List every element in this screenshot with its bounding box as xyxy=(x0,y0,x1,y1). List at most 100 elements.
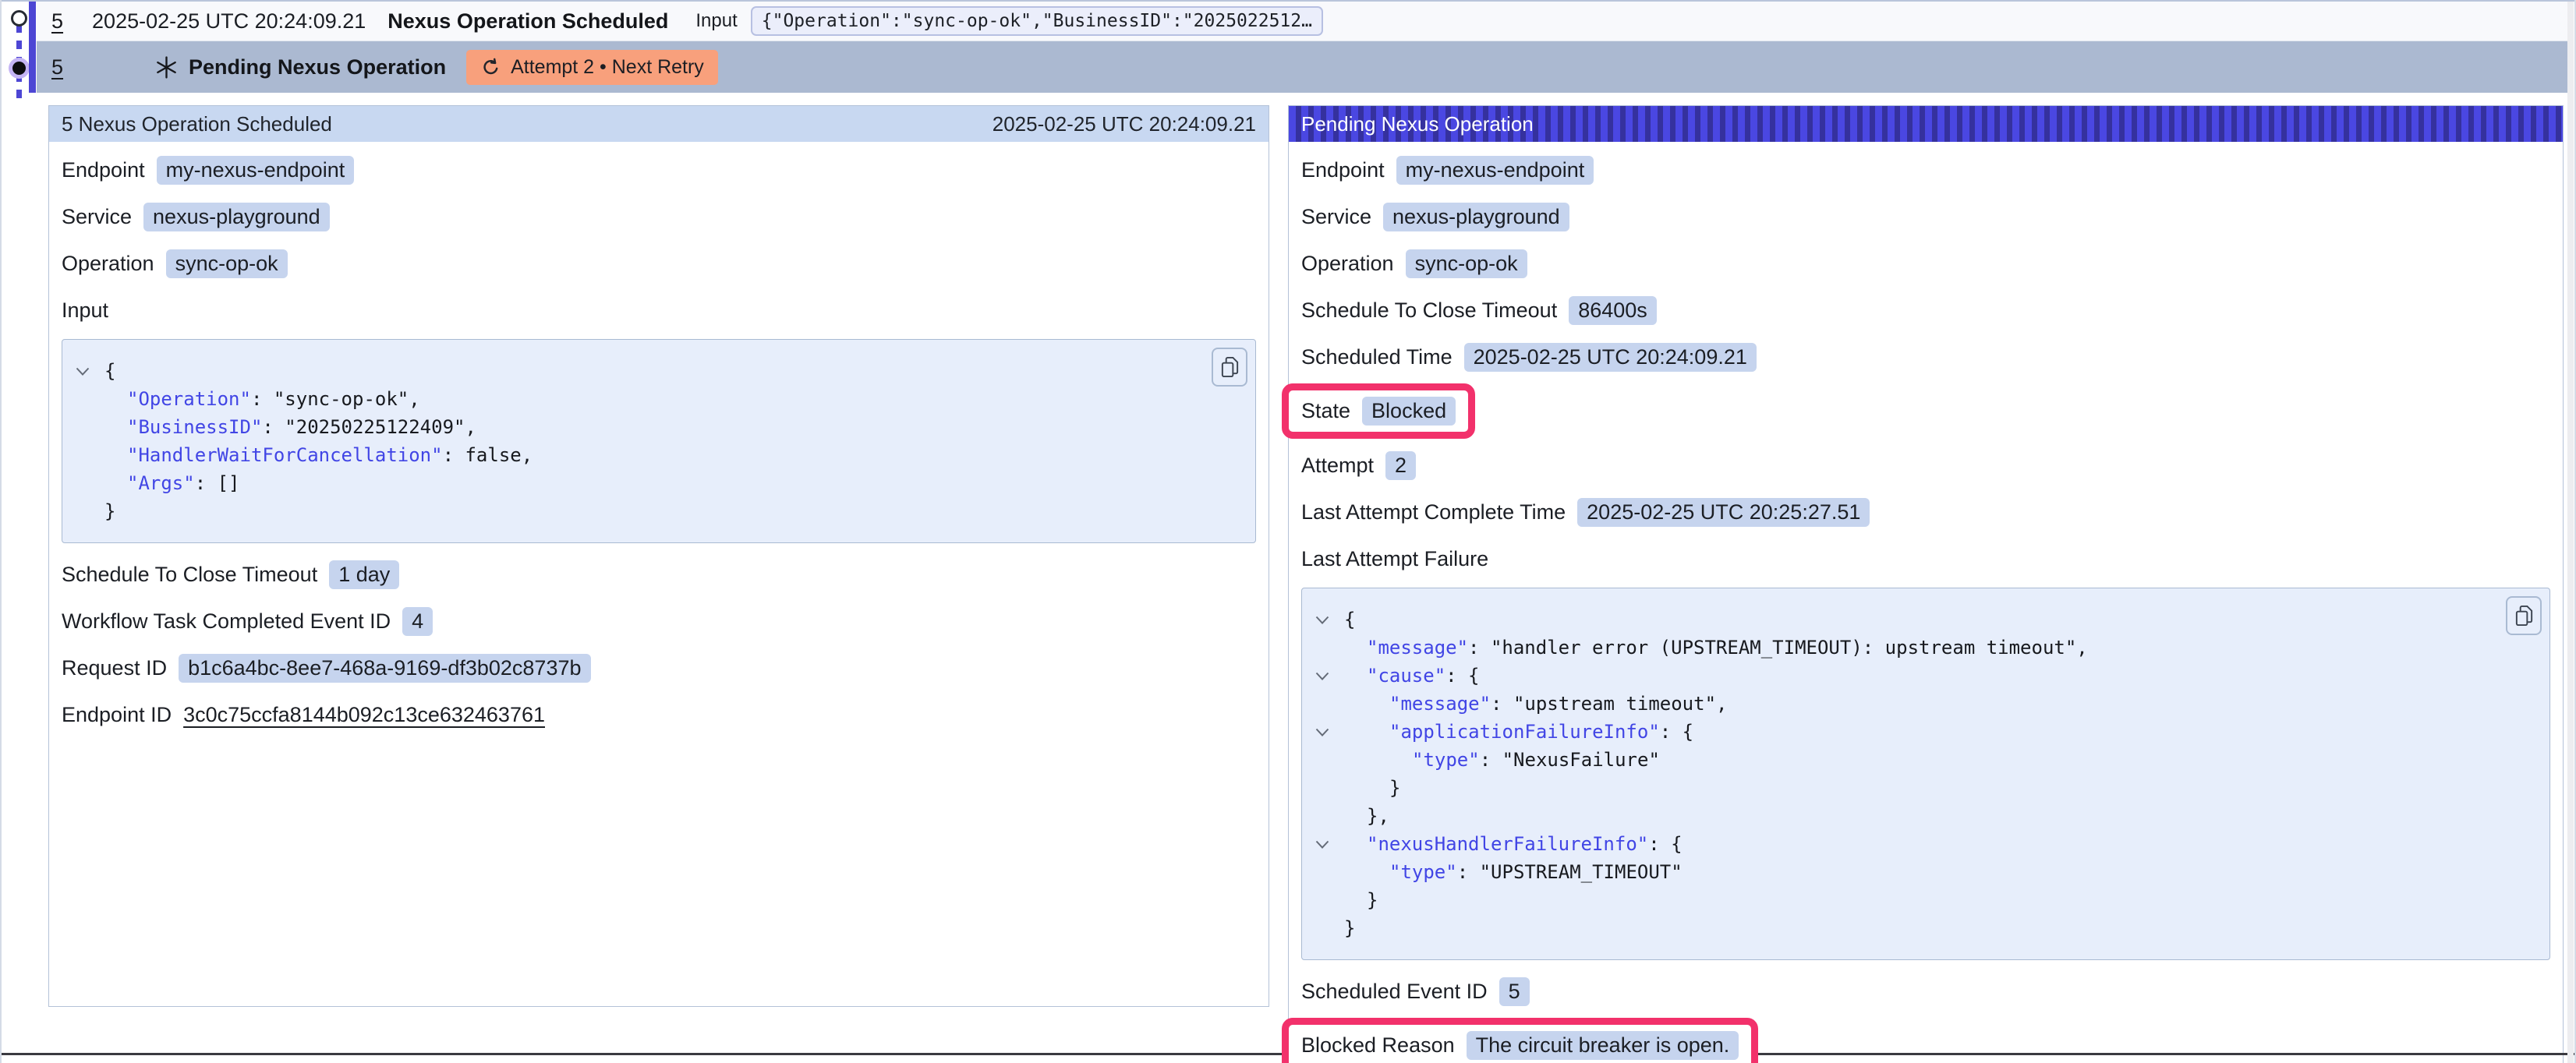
json-line: "BusinessID": "20250225122409", xyxy=(75,413,1243,441)
state-annotation-highlight: State Blocked xyxy=(1282,383,1475,439)
json-code: } xyxy=(1344,774,1400,802)
collapse-chevron-icon[interactable] xyxy=(75,357,104,385)
temporal-event-history-screen: 5 2025-02-25 UTC 20:24:09.21 Nexus Opera… xyxy=(0,0,2576,1063)
field-label: Endpoint xyxy=(1301,158,1385,182)
event-row-pending-nexus-operation[interactable]: 5 Pending Nexus Operation Attempt 2 • Ne… xyxy=(37,41,2567,93)
refresh-icon xyxy=(480,57,501,78)
input-json-preview-badge[interactable]: {"Operation":"sync-op-ok","BusinessID":"… xyxy=(751,6,1323,36)
field-value-badge: my-nexus-endpoint xyxy=(157,156,355,185)
event-id-link[interactable]: 5 xyxy=(51,55,63,79)
field-label: Operation xyxy=(1301,252,1394,276)
json-line: "HandlerWaitForCancellation": false, xyxy=(75,441,1243,469)
scheduled-panel-body: Endpoint my-nexus-endpoint Service nexus… xyxy=(49,142,1269,758)
event-title: Nexus Operation Scheduled xyxy=(387,9,668,34)
json-code: "applicationFailureInfo": { xyxy=(1344,718,1693,746)
pending-operation-detail-panel: Pending Nexus Operation Endpoint my-nexu… xyxy=(1288,105,2564,1063)
endpoint-id-link[interactable]: 3c0c75ccfa8144b092c13ce632463761 xyxy=(183,703,545,727)
collapse-chevron-icon[interactable] xyxy=(1315,830,1344,858)
pending-panel-body: Endpoint my-nexus-endpoint Service nexus… xyxy=(1289,142,2563,1063)
collapse-chevron-icon[interactable] xyxy=(1315,718,1344,746)
collapse-chevron-icon[interactable] xyxy=(1315,606,1344,634)
field-row-blocked-reason: Blocked Reason The circuit breaker is op… xyxy=(1301,1022,2550,1063)
pending-panel-title: Pending Nexus Operation xyxy=(1301,112,1534,136)
field-row-endpoint-id: Endpoint ID 3c0c75ccfa8144b092c13ce63246… xyxy=(62,699,1256,730)
field-label: Last Attempt Failure xyxy=(1301,547,1488,571)
field-row-workflow-task-completed-event-id: Workflow Task Completed Event ID 4 xyxy=(62,606,1256,637)
json-line: "message": "handler error (UPSTREAM_TIME… xyxy=(1315,634,2537,662)
field-row-operation: Operation sync-op-ok xyxy=(1301,248,2550,279)
collapse-chevron-icon[interactable] xyxy=(1315,662,1344,690)
copy-icon xyxy=(2514,604,2535,628)
field-label: Service xyxy=(62,205,132,229)
scheduled-panel-title: 5 Nexus Operation Scheduled xyxy=(62,112,332,136)
blocked-reason-value-badge: The circuit breaker is open. xyxy=(1467,1031,1739,1060)
field-label: Schedule To Close Timeout xyxy=(1301,298,1557,323)
json-code: { xyxy=(1344,606,1355,634)
json-line-gutter xyxy=(1315,746,1344,774)
json-code: "cause": { xyxy=(1344,662,1480,690)
field-row-service: Service nexus-playground xyxy=(62,201,1256,232)
event-id-link[interactable]: 5 xyxy=(51,9,63,34)
field-row-operation: Operation sync-op-ok xyxy=(62,248,1256,279)
json-line: "cause": { xyxy=(1315,662,2537,690)
event-title: Pending Nexus Operation xyxy=(189,55,446,79)
field-row-endpoint: Endpoint my-nexus-endpoint xyxy=(62,154,1256,185)
field-label: Scheduled Time xyxy=(1301,345,1453,369)
field-row-schedule-to-close-timeout: Schedule To Close Timeout 86400s xyxy=(1301,295,2550,326)
json-code: "Args": [] xyxy=(104,469,240,497)
field-value-badge: 86400s xyxy=(1569,296,1657,325)
json-code: "type": "UPSTREAM_TIMEOUT" xyxy=(1344,858,1683,886)
json-line: { xyxy=(1315,606,2537,634)
field-value-badge: 1 day xyxy=(329,560,399,589)
field-value-badge: 2 xyxy=(1385,451,1416,480)
selected-event-accent-bar xyxy=(29,2,36,93)
pending-asterisk-icon xyxy=(154,55,179,79)
copy-button[interactable] xyxy=(1212,348,1247,387)
scheduled-event-detail-panel: 5 Nexus Operation Scheduled 2025-02-25 U… xyxy=(48,105,1269,1007)
event-row-nexus-operation-scheduled[interactable]: 5 2025-02-25 UTC 20:24:09.21 Nexus Opera… xyxy=(37,2,2567,41)
field-label: Operation xyxy=(62,252,154,276)
field-label: Endpoint ID xyxy=(62,703,172,727)
json-code: "message": "handler error (UPSTREAM_TIME… xyxy=(1344,634,2088,662)
json-code: }, xyxy=(1344,802,1389,830)
json-line: }, xyxy=(1315,802,2537,830)
field-row-last-attempt-failure: Last Attempt Failure xyxy=(1301,543,2550,574)
field-label: Input xyxy=(62,298,108,323)
field-row-request-id: Request ID b1c6a4bc-8ee7-468a-9169-df3b0… xyxy=(62,652,1256,683)
json-line-gutter xyxy=(75,469,104,497)
field-label: Scheduled Event ID xyxy=(1301,980,1488,1004)
field-label: Blocked Reason xyxy=(1301,1033,1455,1058)
field-value-badge: sync-op-ok xyxy=(1406,249,1527,278)
json-line: } xyxy=(1315,886,2537,914)
json-line-gutter xyxy=(75,441,104,469)
json-code: "nexusHandlerFailureInfo": { xyxy=(1344,830,1683,858)
copy-icon xyxy=(1219,355,1240,380)
input-label: Input xyxy=(695,10,737,32)
copy-button[interactable] xyxy=(2506,596,2542,635)
field-label: Attempt xyxy=(1301,454,1374,478)
field-value-badge: nexus-playground xyxy=(1383,203,1569,231)
timeline-node-open-icon xyxy=(11,10,27,26)
json-line: "type": "UPSTREAM_TIMEOUT" xyxy=(1315,858,2537,886)
field-label: Service xyxy=(1301,205,1371,229)
input-json-viewer: {"Operation": "sync-op-ok","BusinessID":… xyxy=(62,339,1256,543)
json-code: { xyxy=(104,357,115,385)
field-row-attempt: Attempt 2 xyxy=(1301,450,2550,481)
json-code: } xyxy=(1344,886,1378,914)
event-timestamp: 2025-02-25 UTC 20:24:09.21 xyxy=(92,9,366,34)
state-value-badge: Blocked xyxy=(1362,397,1456,426)
field-label: Workflow Task Completed Event ID xyxy=(62,609,391,634)
json-line: } xyxy=(1315,774,2537,802)
retry-status-badge: Attempt 2 • Next Retry xyxy=(466,50,718,85)
field-label: Endpoint xyxy=(62,158,145,182)
json-line-gutter xyxy=(1315,774,1344,802)
timeline-node-current-icon xyxy=(12,62,26,75)
field-value-badge: sync-op-ok xyxy=(166,249,288,278)
json-line: } xyxy=(75,497,1243,525)
json-code: "message": "upstream timeout", xyxy=(1344,690,1727,718)
field-row-scheduled-time: Scheduled Time 2025-02-25 UTC 20:24:09.2… xyxy=(1301,341,2550,373)
json-line-gutter xyxy=(75,385,104,413)
scrollbar-track[interactable] xyxy=(2567,2,2574,1063)
json-code: "Operation": "sync-op-ok", xyxy=(104,385,420,413)
json-line: "Args": [] xyxy=(75,469,1243,497)
